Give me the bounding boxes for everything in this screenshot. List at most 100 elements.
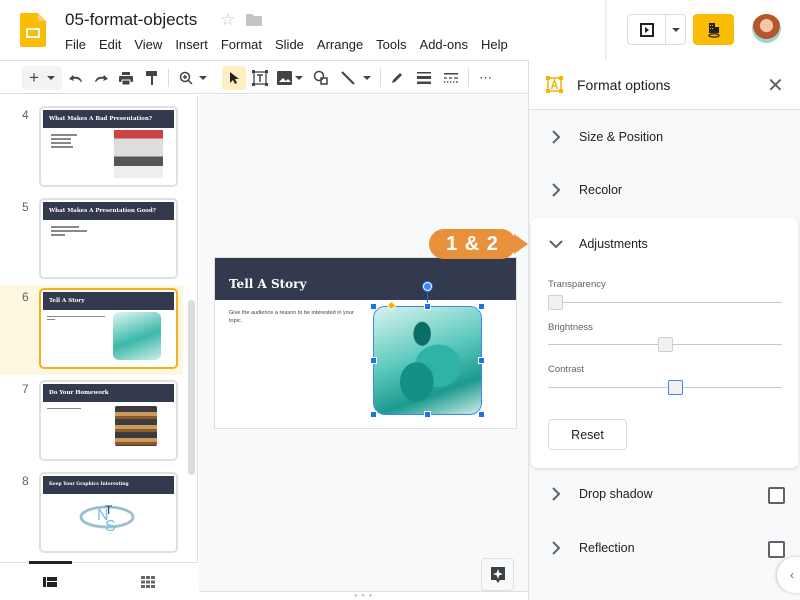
grid-view-icon xyxy=(141,576,155,588)
resize-handle-s[interactable] xyxy=(424,411,431,418)
toolbar-divider xyxy=(468,69,469,87)
paint-format-icon xyxy=(146,71,157,85)
zoom-icon xyxy=(179,71,193,85)
mother-child-reading-photo xyxy=(113,312,161,360)
brightness-slider-thumb[interactable] xyxy=(657,337,673,352)
cursor-icon xyxy=(230,72,239,84)
toolbar: + ⋯ xyxy=(0,60,528,94)
slide-thumbnail-4[interactable]: 4 What Makes A Bad Presentation? xyxy=(0,103,183,193)
resize-handle-nw[interactable] xyxy=(370,303,377,310)
menu-addons[interactable]: Add-ons xyxy=(420,37,468,52)
print-button[interactable] xyxy=(117,66,135,90)
menu-file[interactable]: File xyxy=(65,37,86,52)
close-icon[interactable]: ✕ xyxy=(767,73,784,98)
menu-insert[interactable]: Insert xyxy=(175,37,208,52)
more-icon: ⋯ xyxy=(479,70,493,85)
border-dash-button[interactable] xyxy=(441,66,461,90)
redo-button[interactable] xyxy=(92,66,110,90)
explore-button[interactable] xyxy=(481,558,514,591)
contrast-slider[interactable] xyxy=(548,387,782,388)
new-slide-button[interactable]: + xyxy=(22,66,62,90)
chevron-left-icon: ‹ xyxy=(790,568,794,582)
slides-logo-icon[interactable] xyxy=(20,13,46,47)
menu-help[interactable]: Help xyxy=(481,37,508,52)
insert-image-button[interactable] xyxy=(276,66,304,90)
adjustments-header[interactable]: Adjustments xyxy=(531,218,798,268)
menu-view[interactable]: View xyxy=(134,37,162,52)
section-label: Recolor xyxy=(579,183,623,197)
slide-body-text[interactable]: Give the audience a reason to be interes… xyxy=(229,309,359,325)
menu-edit[interactable]: Edit xyxy=(99,37,121,52)
rotate-handle[interactable] xyxy=(423,282,432,291)
slide-number: 8 xyxy=(22,474,29,488)
present-button[interactable] xyxy=(627,14,686,45)
transparency-slider[interactable] xyxy=(548,302,782,303)
document-title[interactable]: 05-format-objects xyxy=(65,10,197,30)
section-reflection[interactable]: Reflection xyxy=(529,521,800,575)
resize-handle-w[interactable] xyxy=(370,357,377,364)
slide-preview: Do Your Homework xyxy=(39,380,178,461)
line-icon xyxy=(341,71,355,85)
shape-button[interactable] xyxy=(311,66,331,90)
reset-button[interactable]: Reset xyxy=(548,419,627,450)
line-button[interactable] xyxy=(338,66,374,90)
select-tool-button[interactable] xyxy=(222,66,246,90)
slide-thumbnail-5[interactable]: 5 What Makes A Presentation Good? xyxy=(0,195,183,285)
text-box-button[interactable] xyxy=(250,66,270,90)
border-weight-button[interactable] xyxy=(414,66,434,90)
menu-arrange[interactable]: Arrange xyxy=(317,37,363,52)
border-color-button[interactable] xyxy=(388,66,406,90)
text-box-icon xyxy=(252,70,268,86)
present-main-button[interactable] xyxy=(628,15,667,44)
section-drop-shadow[interactable]: Drop shadow xyxy=(529,467,800,521)
collapse-panel-button[interactable]: ‹ xyxy=(777,557,800,593)
filmstrip-view-tab[interactable] xyxy=(30,571,70,593)
account-avatar[interactable] xyxy=(752,14,781,43)
menu-tools[interactable]: Tools xyxy=(376,37,406,52)
thumb-title: What Makes A Bad Presentation? xyxy=(43,110,174,128)
reflection-checkbox[interactable] xyxy=(768,541,785,558)
section-size-position[interactable]: Size & Position xyxy=(529,110,800,164)
slide-thumbnail-8[interactable]: 8 Keep Your Graphics Interesting N T S xyxy=(0,469,183,559)
paint-format-button[interactable] xyxy=(143,66,161,90)
slide-preview: What Makes A Presentation Good? xyxy=(39,198,178,279)
folder-icon[interactable] xyxy=(246,13,262,26)
drop-shadow-checkbox[interactable] xyxy=(768,487,785,504)
audience-photo xyxy=(114,130,163,178)
thumb-bullets xyxy=(47,316,105,322)
resize-handle-sw[interactable] xyxy=(370,411,377,418)
contrast-slider-thumb[interactable] xyxy=(668,380,684,395)
slide-thumbnail-7[interactable]: 7 Do Your Homework xyxy=(0,377,183,467)
current-slide[interactable]: Tell A Story Give the audience a reason … xyxy=(215,258,516,428)
filmstrip-view-tabs xyxy=(0,561,198,600)
notes-resize-bar[interactable]: ● ● ● xyxy=(199,591,528,600)
format-options-panel: Format options ✕ Size & Position Recolor… xyxy=(528,60,800,600)
filmstrip-scrollbar[interactable] xyxy=(188,300,195,475)
resize-handle-e[interactable] xyxy=(478,357,485,364)
svg-text:S: S xyxy=(105,518,116,534)
transparency-slider-thumb[interactable] xyxy=(548,295,563,310)
thumb-bullets xyxy=(51,226,87,238)
slide-thumbnail-6[interactable]: 6 Tell A Story xyxy=(0,285,183,375)
resize-handle-se[interactable] xyxy=(478,411,485,418)
slide-canvas[interactable]: Tell A Story Give the audience a reason … xyxy=(199,95,528,591)
menu-slide[interactable]: Slide xyxy=(275,37,304,52)
star-icon[interactable]: ☆ xyxy=(220,10,235,30)
slide-title[interactable]: Tell A Story xyxy=(229,277,306,291)
resize-handle-n[interactable] xyxy=(424,303,431,310)
menu-bar: File Edit View Insert Format Slide Arran… xyxy=(65,37,521,52)
section-recolor[interactable]: Recolor xyxy=(529,163,800,217)
grid-view-tab[interactable] xyxy=(128,571,168,593)
border-weight-icon xyxy=(417,72,431,84)
transparency-label: Transparency xyxy=(548,279,606,290)
section-label: Size & Position xyxy=(579,130,664,144)
menu-format[interactable]: Format xyxy=(221,37,262,52)
toolbar-divider xyxy=(168,69,169,87)
present-dropdown[interactable] xyxy=(666,15,685,44)
resize-handle-ne[interactable] xyxy=(478,303,485,310)
zoom-button[interactable] xyxy=(176,66,210,90)
undo-button[interactable] xyxy=(67,66,85,90)
share-button[interactable] xyxy=(693,14,734,45)
more-button[interactable]: ⋯ xyxy=(476,66,496,90)
drag-handle-icon[interactable]: ● ● ● xyxy=(354,593,373,599)
